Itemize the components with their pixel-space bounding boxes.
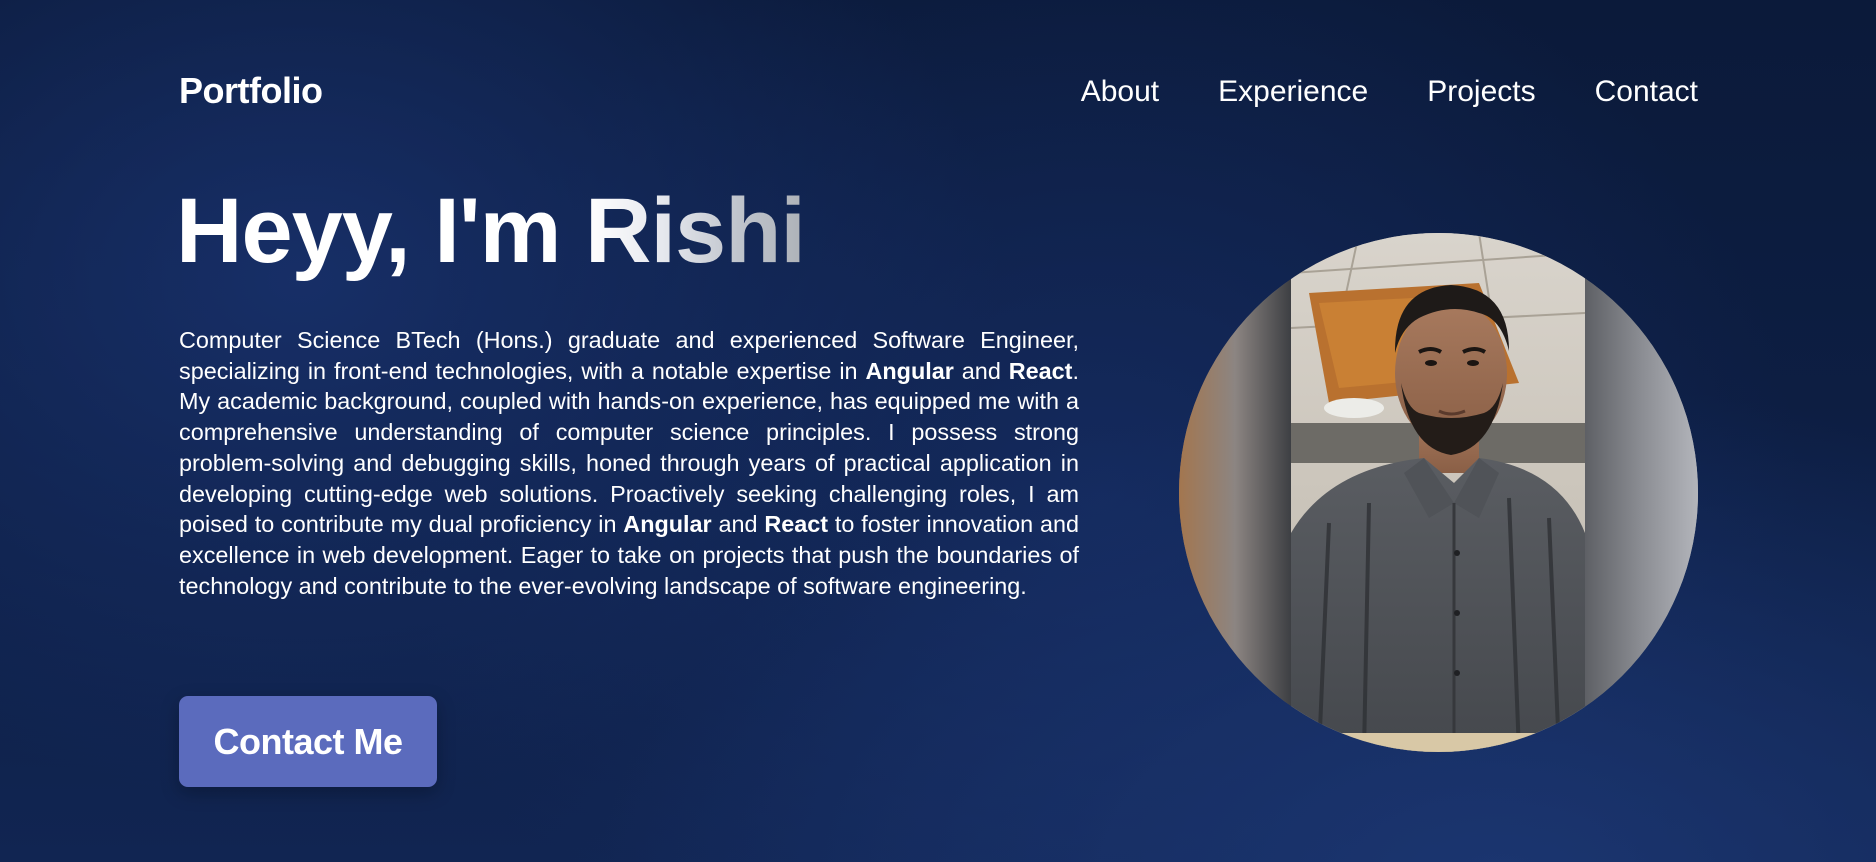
nav-links: About Experience Projects Contact (1081, 70, 1698, 114)
bio-paragraph: Computer Science BTech (Hons.) graduate … (179, 325, 1079, 601)
hero-title: Heyy, I'm Rishi (176, 176, 805, 286)
profile-photo (1179, 233, 1698, 752)
bio-tech-angular: Angular (865, 357, 954, 384)
nav-link-projects[interactable]: Projects (1427, 70, 1535, 114)
nav-link-experience[interactable]: Experience (1218, 70, 1368, 114)
hero-name-end: shi (675, 180, 805, 282)
nav-link-about[interactable]: About (1081, 70, 1159, 114)
bio-tech-angular: Angular (623, 511, 712, 538)
bio-text-2: and (953, 357, 1009, 384)
hero-name-start: Ri (585, 180, 676, 282)
contact-me-button[interactable]: Contact Me (179, 696, 437, 787)
nav-link-contact[interactable]: Contact (1595, 70, 1698, 114)
bio-tech-react: React (1008, 357, 1073, 384)
bio-text-4: and (711, 511, 765, 538)
site-logo[interactable]: Portfolio (179, 68, 323, 114)
profile-photo-illustration (1179, 233, 1698, 752)
top-nav: Portfolio About Experience Projects Cont… (0, 0, 1876, 150)
bio-tech-react: React (764, 511, 829, 538)
hero-greeting: Heyy, I'm (176, 180, 586, 282)
hero-name: Rishi (585, 180, 805, 282)
